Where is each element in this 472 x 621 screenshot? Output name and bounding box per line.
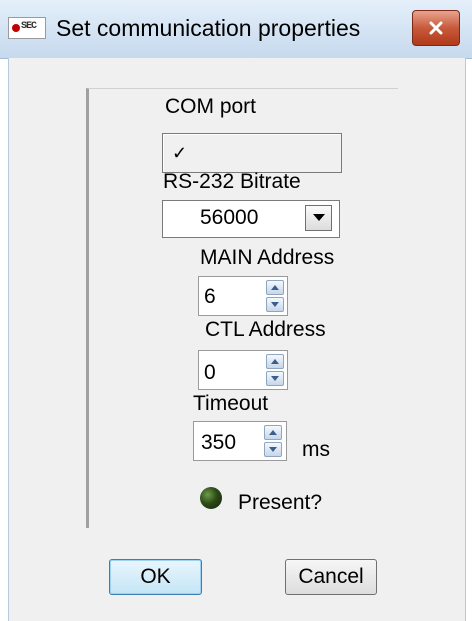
- arrow-up-icon: [271, 359, 279, 364]
- chevron-down-icon: [312, 214, 325, 221]
- ctl-address-spin-buttons: [266, 354, 284, 386]
- arrow-down-icon: [269, 447, 277, 452]
- close-icon: [429, 21, 443, 35]
- bitrate-dropdown-button[interactable]: [305, 205, 332, 231]
- timeout-increment-button[interactable]: [264, 425, 282, 440]
- main-address-decrement-button[interactable]: [266, 297, 284, 312]
- timeout-unit: ms: [302, 438, 330, 461]
- arrow-up-icon: [271, 285, 279, 290]
- close-button[interactable]: [412, 10, 460, 46]
- ok-button[interactable]: OK: [109, 559, 202, 595]
- ctl-address-decrement-button[interactable]: [266, 371, 284, 386]
- present-label: Present?: [238, 491, 323, 514]
- main-address-increment-button[interactable]: [266, 280, 284, 295]
- timeout-spin-buttons: [264, 425, 282, 457]
- bitrate-label: RS-232 Bitrate: [163, 170, 301, 193]
- timeout-decrement-button[interactable]: [264, 442, 282, 457]
- app-logo-icon: SEC: [8, 17, 46, 39]
- main-address-value: 6: [204, 285, 216, 308]
- present-indicator-icon: [200, 487, 222, 509]
- timeout-value: 350: [201, 431, 237, 454]
- ctl-address-value: 0: [204, 361, 216, 384]
- window-title: Set communication properties: [56, 15, 361, 41]
- arrow-down-icon: [271, 302, 279, 307]
- com-port-label: COM port: [165, 95, 257, 118]
- cancel-button[interactable]: Cancel: [285, 559, 377, 595]
- main-address-label: MAIN Address: [200, 246, 335, 269]
- arrow-down-icon: [271, 376, 279, 381]
- com-port-field[interactable]: [162, 133, 342, 173]
- red-dot-icon: [12, 24, 20, 32]
- ctl-address-label: CTL Address: [205, 318, 326, 341]
- com-port-value: ✓: [172, 143, 188, 163]
- main-address-spin-buttons: [266, 280, 284, 312]
- bitrate-value: 56000: [200, 206, 259, 229]
- app-logo-text: SEC: [21, 21, 37, 32]
- ctl-address-increment-button[interactable]: [266, 354, 284, 369]
- arrow-up-icon: [269, 430, 277, 435]
- timeout-label: Timeout: [193, 392, 269, 415]
